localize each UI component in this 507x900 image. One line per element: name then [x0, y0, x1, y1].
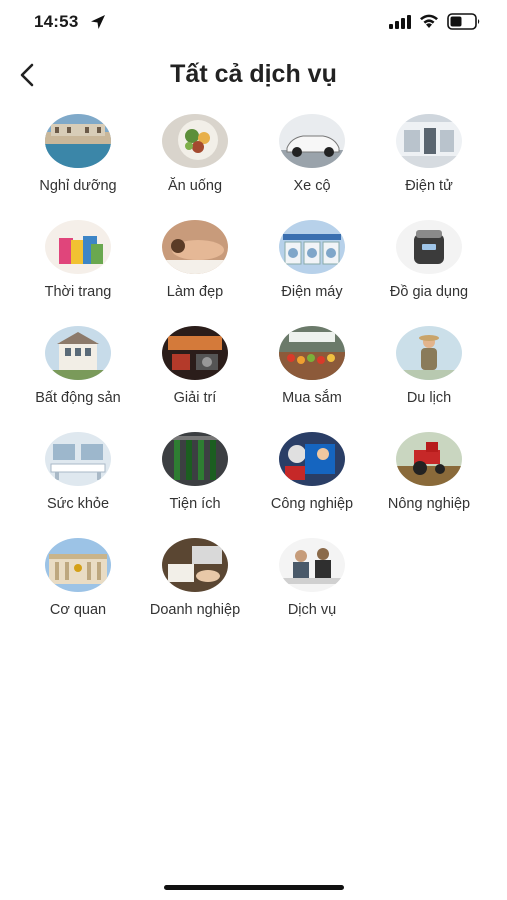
service-label: Điện máy	[281, 284, 343, 300]
service-label: Xe cộ	[293, 178, 331, 194]
service-team-image	[279, 538, 345, 592]
government-building-image	[45, 538, 111, 592]
services-grid: Nghỉ dưỡng Ăn uống Xe cộ Điện tử Thời tr…	[20, 114, 487, 644]
electronics-store-image	[396, 114, 462, 168]
car-image	[279, 114, 345, 168]
service-label: Bất động sản	[35, 390, 121, 406]
service-item-do-gia-dung[interactable]: Đồ gia dụng	[371, 220, 487, 326]
service-label: Doanh nghiệp	[149, 602, 241, 618]
service-item-an-uong[interactable]: Ăn uống	[137, 114, 253, 220]
home-indicator	[164, 885, 344, 890]
service-label: Ăn uống	[167, 178, 223, 194]
service-label: Thời trang	[44, 284, 112, 300]
service-label: Điện tử	[405, 178, 453, 194]
rice-cooker-image	[396, 220, 462, 274]
business-image	[162, 538, 228, 592]
service-item-thoi-trang[interactable]: Thời trang	[20, 220, 136, 326]
service-label: Đồ gia dụng	[389, 284, 469, 300]
service-item-giai-tri[interactable]: Giải trí	[137, 326, 253, 432]
health-image	[45, 432, 111, 486]
service-label: Làm đẹp	[166, 284, 224, 300]
service-label: Du lịch	[406, 390, 452, 406]
travel-image	[396, 326, 462, 380]
tractor-image	[396, 432, 462, 486]
wifi-icon	[420, 14, 438, 28]
service-item-dich-vu[interactable]: Dịch vụ	[254, 538, 370, 644]
service-label: Nghỉ dưỡng	[39, 178, 117, 194]
service-item-doanh-nghiep[interactable]: Doanh nghiệp	[137, 538, 253, 644]
fuel-pump-image	[162, 432, 228, 486]
service-item-mua-sam[interactable]: Mua sắm	[254, 326, 370, 432]
page-title: Tất cả dịch vụ	[170, 60, 337, 88]
location-arrow-icon	[91, 15, 105, 29]
service-label: Sức khỏe	[46, 496, 110, 512]
service-item-nghi-duong[interactable]: Nghỉ dưỡng	[20, 114, 136, 220]
service-label: Cơ quan	[49, 602, 107, 618]
service-item-lam-dep[interactable]: Làm đẹp	[137, 220, 253, 326]
fashion-image	[45, 220, 111, 274]
service-item-nong-nghiep[interactable]: Nông nghiệp	[371, 432, 487, 538]
service-label: Mua sắm	[282, 390, 342, 406]
service-item-tien-ich[interactable]: Tiện ích	[137, 432, 253, 538]
service-item-bat-dong-san[interactable]: Bất động sản	[20, 326, 136, 432]
service-item-cong-nghiep[interactable]: Công nghiệp	[254, 432, 370, 538]
cinema-image	[162, 326, 228, 380]
service-item-co-quan[interactable]: Cơ quan	[20, 538, 136, 644]
service-item-xe-co[interactable]: Xe cộ	[254, 114, 370, 220]
service-label: Công nghiệp	[270, 496, 354, 512]
service-item-suc-khoe[interactable]: Sức khỏe	[20, 432, 136, 538]
service-item-du-lich[interactable]: Du lịch	[371, 326, 487, 432]
service-label: Tiện ích	[169, 496, 221, 512]
industry-image	[279, 432, 345, 486]
shopping-store-image	[279, 326, 345, 380]
battery-icon	[447, 13, 480, 30]
service-label: Giải trí	[173, 390, 217, 406]
service-label: Nông nghiệp	[387, 496, 471, 512]
food-image	[162, 114, 228, 168]
status-time: 14:53	[34, 12, 79, 31]
resort-image	[45, 114, 111, 168]
appliances-image	[279, 220, 345, 274]
real-estate-image	[45, 326, 111, 380]
cellular-signal-icon	[389, 15, 411, 29]
spa-image	[162, 220, 228, 274]
service-item-dien-may[interactable]: Điện máy	[254, 220, 370, 326]
service-label: Dịch vụ	[287, 602, 337, 618]
service-item-dien-tu[interactable]: Điện tử	[371, 114, 487, 220]
status-bar: 14:53	[0, 0, 507, 46]
